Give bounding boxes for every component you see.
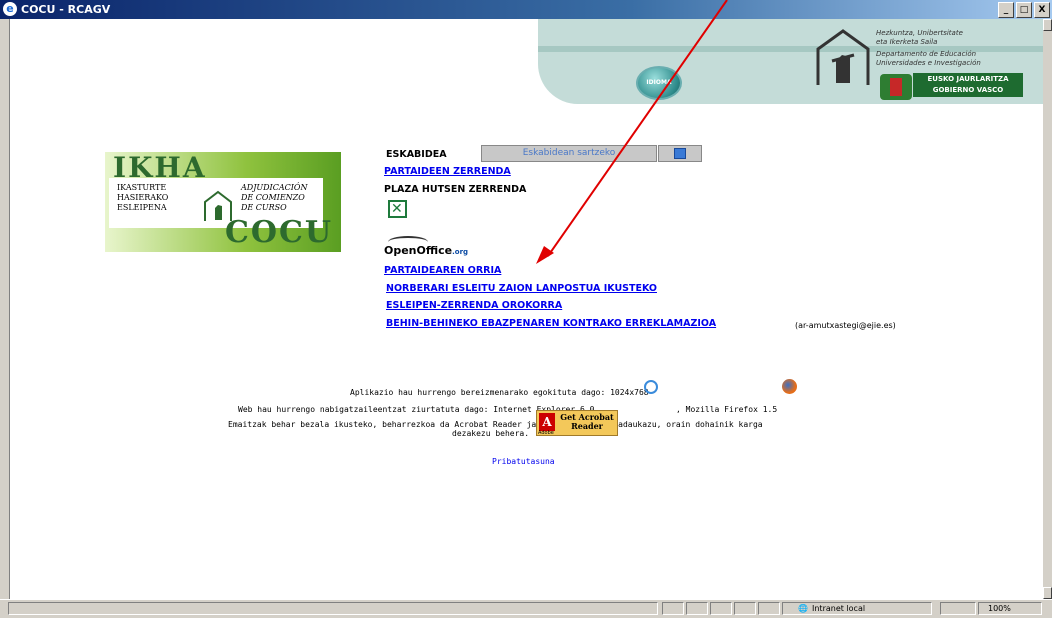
erreklamazioa-link[interactable]: BEHIN-BEHINEKO EBAZPENAREN KONTRAKO ERRE… <box>386 318 716 330</box>
minimize-button[interactable]: _ <box>998 2 1014 18</box>
protected-mode-cell[interactable] <box>940 602 976 615</box>
basque-government-seal-icon <box>880 74 912 100</box>
partaideen-zerrenda-link[interactable]: PARTAIDEEN ZERRENDA <box>384 166 511 178</box>
status-text-cell <box>8 602 658 615</box>
scroll-down-arrow-icon[interactable] <box>1043 587 1052 599</box>
department-house-icon <box>816 29 870 85</box>
adobe-icon: A <box>539 413 555 431</box>
partaidearen-orria-link[interactable]: PARTAIDEAREN ORRIA <box>384 265 501 277</box>
privacy-link[interactable]: Pribatutasuna <box>492 456 555 468</box>
intranet-icon: 🌐 <box>798 604 808 613</box>
idioma-button[interactable]: IDIOMA <box>636 66 682 100</box>
status-bar: 🌐 Intranet local 100% <box>0 599 1052 618</box>
openoffice-logo[interactable]: OpenOffice.org <box>384 236 474 260</box>
eskabidea-input[interactable]: Eskabidean sartzeko <box>481 145 657 162</box>
acrobat-note-line2: dezakezu behera. <box>452 429 530 438</box>
logo-title-ikha: IKHA <box>113 151 207 184</box>
get-acrobat-reader-button[interactable]: A Get Acrobat Reader Adobe <box>536 410 618 436</box>
logo-basque-text: IKASTURTE HASIERAKO ESLEIPENA <box>117 183 169 212</box>
resolution-note: Aplikazio hau hurrengo bereizmenarako eg… <box>350 388 649 397</box>
scroll-up-arrow-icon[interactable] <box>1043 19 1052 31</box>
close-button[interactable]: X <box>1034 2 1050 18</box>
firefox-icon <box>782 379 797 394</box>
page-content: IDIOMA Hezkuntza, Unibertsitate eta Iker… <box>10 19 1043 599</box>
logo-title-cocu: COCU <box>225 215 334 250</box>
zoom-level[interactable]: 100% <box>988 602 1011 615</box>
window-controls: _ □ X <box>998 2 1050 18</box>
ie-app-icon: e <box>3 2 17 16</box>
maximize-button[interactable]: □ <box>1016 2 1032 18</box>
plaza-hutsen-zerrenda-label: PLAZA HUTSEN ZERRENDA <box>384 184 527 195</box>
window-frame-left <box>0 19 10 599</box>
vertical-scrollbar[interactable] <box>1042 19 1052 599</box>
eskabidea-label: ESKABIDEA <box>386 149 447 160</box>
document-icon <box>674 148 686 159</box>
security-zone: Intranet local <box>812 604 866 613</box>
eskabidea-go-button[interactable] <box>658 145 702 162</box>
internet-explorer-icon <box>644 380 658 394</box>
contact-email: (ar-amutxastegi@ejie.es) <box>795 321 896 330</box>
firefox-note: , Mozilla Firefox 1.5 <box>676 405 778 414</box>
window-titlebar: e COCU - RCAGV _ □ X <box>0 0 1052 19</box>
norberari-esleitu-link[interactable]: NORBERARI ESLEITU ZAION LANPOSTUA IKUSTE… <box>386 283 657 295</box>
department-name: Hezkuntza, Unibertsitate eta Ikerketa Sa… <box>876 29 981 67</box>
window-title: COCU - RCAGV <box>21 3 111 16</box>
ikha-cocu-logo: IKHA IKASTURTE HASIERAKO ESLEIPENA ADJUD… <box>105 152 341 252</box>
government-badge: EUSKO JAURLARITZA GOBIERNO VASCO <box>913 73 1023 97</box>
logo-spanish-text: ADJUDICACIÓN DE COMIENZO DE CURSO <box>241 183 308 212</box>
excel-download-icon[interactable] <box>388 200 407 218</box>
esleipen-zerrenda-link[interactable]: ESLEIPEN-ZERRENDA OROKORRA <box>386 300 562 312</box>
